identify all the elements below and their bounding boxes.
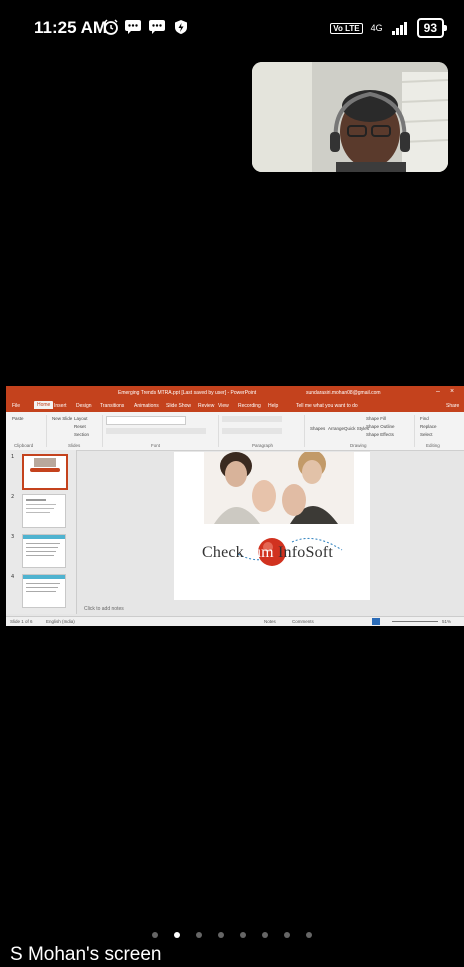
participant-video-image — [252, 62, 448, 172]
slide-brand-text: CheckSum InfoSoft — [202, 544, 333, 562]
page-dot[interactable] — [174, 932, 180, 938]
volte-badge: Vo LTE — [330, 22, 363, 34]
language-indicator: English (India) — [46, 619, 75, 624]
group-slides: Slides — [68, 443, 81, 448]
ppt-title-bar: Emerging Trends MTRA.ppt [Last saved by … — [6, 386, 464, 400]
paragraph-align-buttons — [222, 428, 282, 434]
menu-tab: File — [12, 403, 21, 409]
account-email: sundarasiri.mohan08@gmail.com — [306, 390, 381, 396]
brand-infosoft: InfoSoft — [278, 544, 333, 561]
group-font: Font — [151, 443, 161, 448]
menu-tab: Recording — [238, 403, 261, 409]
brand-check: Check — [202, 544, 244, 561]
participant-video[interactable] — [252, 62, 448, 172]
group-editing: Editing — [426, 443, 440, 448]
arrange-button: Arrange — [328, 426, 345, 431]
menu-tab: Help — [268, 403, 279, 409]
shape-outline-button: Shape Outline — [366, 424, 395, 429]
slide-number: 1 — [11, 454, 15, 460]
message-icon — [125, 20, 141, 34]
clock: 11:25 AM — [34, 18, 108, 37]
ppt-ribbon: Paste New Slide Layout Reset Section Sha… — [6, 412, 464, 451]
find-button: Find — [420, 416, 429, 421]
reset-button: Reset — [74, 424, 86, 429]
menu-tab: Home — [34, 401, 54, 409]
new-slide-button: New Slide — [52, 416, 73, 421]
page-dot[interactable] — [284, 932, 290, 938]
page-indicator — [0, 932, 464, 938]
screen-caption: S Mohan's screen — [10, 944, 162, 965]
shapes-button: Shapes — [310, 426, 326, 431]
slide-thumbnails: 1 2 3 4 — [6, 450, 77, 614]
notes-button: Notes — [264, 619, 276, 624]
slide-thumbnail[interactable] — [22, 494, 66, 528]
menu-tab: Review — [198, 403, 215, 409]
page-dot[interactable] — [152, 932, 158, 938]
slide-thumbnail[interactable] — [22, 574, 66, 608]
page-dot[interactable] — [196, 932, 202, 938]
paragraph-buttons — [222, 416, 282, 422]
shape-fill-button: Shape Fill — [366, 416, 387, 421]
network-type: 4G — [370, 23, 383, 33]
menu-tab: Insert — [54, 403, 67, 409]
signal-icon — [391, 22, 407, 35]
replace-button: Replace — [420, 424, 437, 429]
slide-photo — [204, 452, 354, 566]
shared-screen[interactable]: Emerging Trends MTRA.ppt [Last saved by … — [6, 386, 464, 626]
ppt-menu-bar: File Home Insert Design Transitions Animation… — [6, 400, 464, 412]
group-clipboard: Clipboard — [14, 443, 34, 448]
page-dot[interactable] — [240, 932, 246, 938]
menu-tab: Tell me what you want to do — [296, 403, 358, 409]
shape-effects-button: Shape Effects — [366, 432, 394, 437]
comments-button: Comments — [292, 619, 314, 624]
menu-tab: Design — [76, 403, 92, 409]
slide-thumbnail[interactable] — [22, 454, 68, 490]
slide-number: 2 — [11, 494, 15, 500]
status-right: Vo LTE 4G 93 — [330, 18, 448, 38]
status-bar: 11:25 AM Vo LTE 4G 93 — [0, 0, 464, 58]
menu-tab: Transitions — [100, 403, 125, 409]
slide-canvas[interactable]: CheckSum InfoSoft — [174, 452, 370, 600]
message-icon — [149, 20, 165, 34]
notes-placeholder[interactable]: Click to add notes — [84, 606, 124, 612]
alarm-icon — [104, 19, 118, 35]
slide-number: 4 — [11, 574, 15, 580]
group-drawing: Drawing — [350, 443, 367, 448]
group-paragraph: Paragraph — [252, 443, 274, 448]
shield-icon — [175, 20, 187, 34]
font-name-field — [106, 416, 186, 425]
menu-tab: View — [218, 403, 229, 409]
page-dot[interactable] — [306, 932, 312, 938]
font-format-buttons — [106, 428, 206, 434]
page-dot[interactable] — [218, 932, 224, 938]
section-button: Section — [74, 432, 90, 437]
slide-thumbnail[interactable] — [22, 534, 66, 568]
battery-indicator: 93 — [416, 18, 448, 38]
menu-tab: Slide Show — [166, 403, 192, 409]
layout-button: Layout — [74, 416, 88, 421]
menu-tab: Share — [446, 403, 460, 409]
close-icon: × — [450, 388, 455, 395]
brand-sum: Sum — [243, 544, 274, 561]
paste-button: Paste — [12, 416, 24, 421]
slide-number: 3 — [11, 534, 15, 540]
slide-info: Slide 1 of 6 — [10, 619, 33, 624]
normal-view-icon — [372, 618, 380, 625]
menu-tab: Animations — [134, 403, 159, 409]
select-button: Select — [420, 432, 433, 437]
ppt-status-bar: Slide 1 of 6 English (India) Notes Comme… — [6, 616, 464, 626]
zoom-slider — [392, 621, 438, 622]
zoom-level: 51% — [442, 619, 452, 624]
page-dot[interactable] — [262, 932, 268, 938]
document-title: Emerging Trends MTRA.ppt [Last saved by … — [118, 390, 257, 396]
minimize-icon: – — [436, 388, 440, 395]
